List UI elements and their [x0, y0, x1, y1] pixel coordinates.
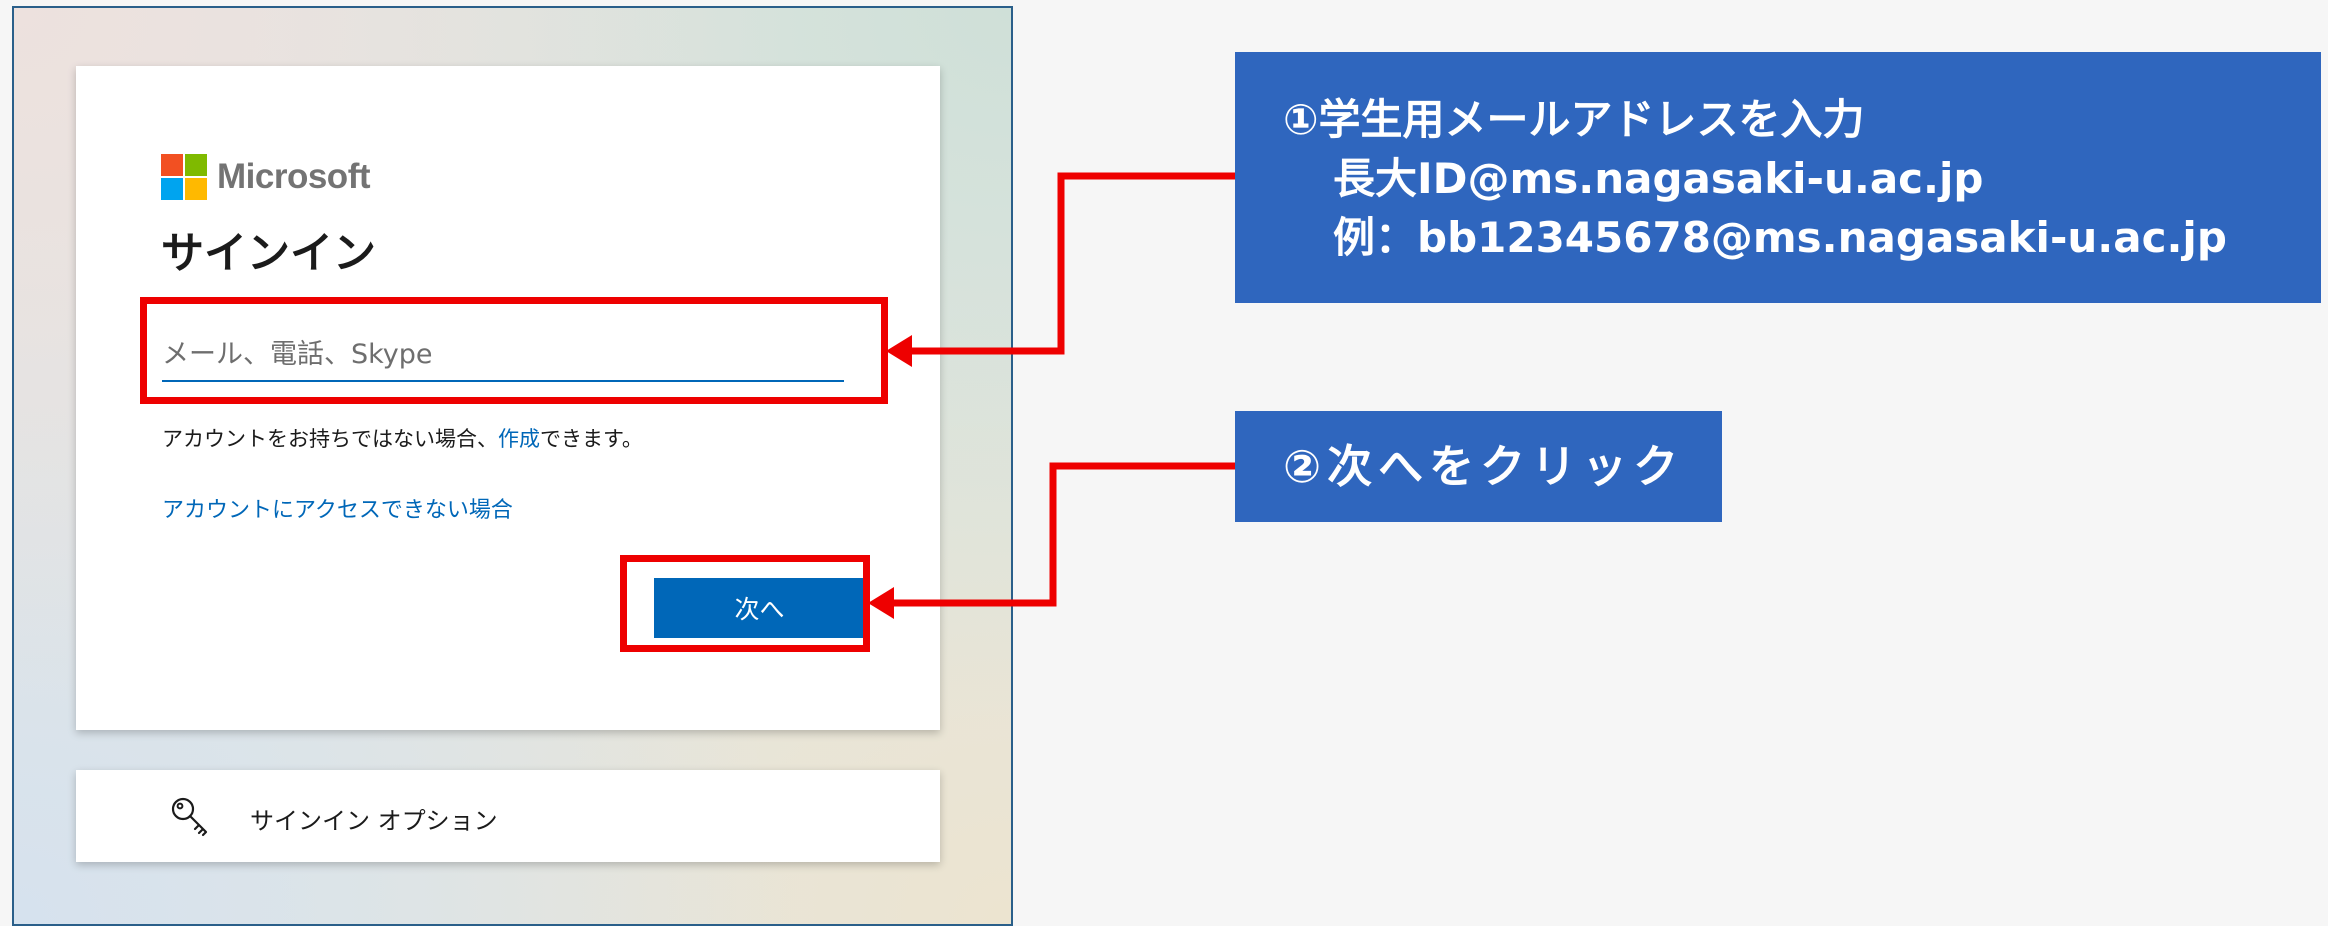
no-account-suffix: できます。 [540, 427, 643, 451]
next-button[interactable]: 次へ [654, 578, 865, 638]
page-title: サインイン [161, 229, 376, 279]
microsoft-logo-icon [161, 154, 207, 200]
key-icon [171, 797, 208, 837]
signin-options-button[interactable]: サインイン オプション [76, 770, 940, 862]
cant-access-account-link[interactable]: アカウントにアクセスできない場合 [162, 492, 513, 524]
step1-format: 長大ID@ms.nagasaki-u.ac.jp [1333, 154, 1984, 203]
no-account-prefix: アカウントをお持ちではない場合、 [162, 427, 498, 451]
email-field[interactable] [162, 328, 844, 382]
signin-options-label: サインイン オプション [250, 807, 498, 835]
microsoft-logo-text: Microsoft [217, 157, 371, 196]
no-account-text: アカウントをお持ちではない場合、作成できます。 [162, 423, 643, 453]
step1-title: ①学生用メールアドレスを入力 [1283, 95, 1865, 144]
microsoft-logo: Microsoft [161, 154, 371, 200]
step2-callout: ②次へをクリック [1235, 411, 1722, 522]
step1-callout: ①学生用メールアドレスを入力 長大ID@ms.nagasaki-u.ac.jp … [1235, 52, 2321, 303]
create-account-link[interactable]: 作成 [498, 427, 540, 451]
step1-example: 例：bb12345678@ms.nagasaki-u.ac.jp [1333, 213, 2227, 262]
signin-card: Microsoft サインイン アカウントをお持ちではない場合、作成できます。 … [76, 66, 940, 730]
login-screenshot: Microsoft サインイン アカウントをお持ちではない場合、作成できます。 … [12, 6, 1013, 926]
